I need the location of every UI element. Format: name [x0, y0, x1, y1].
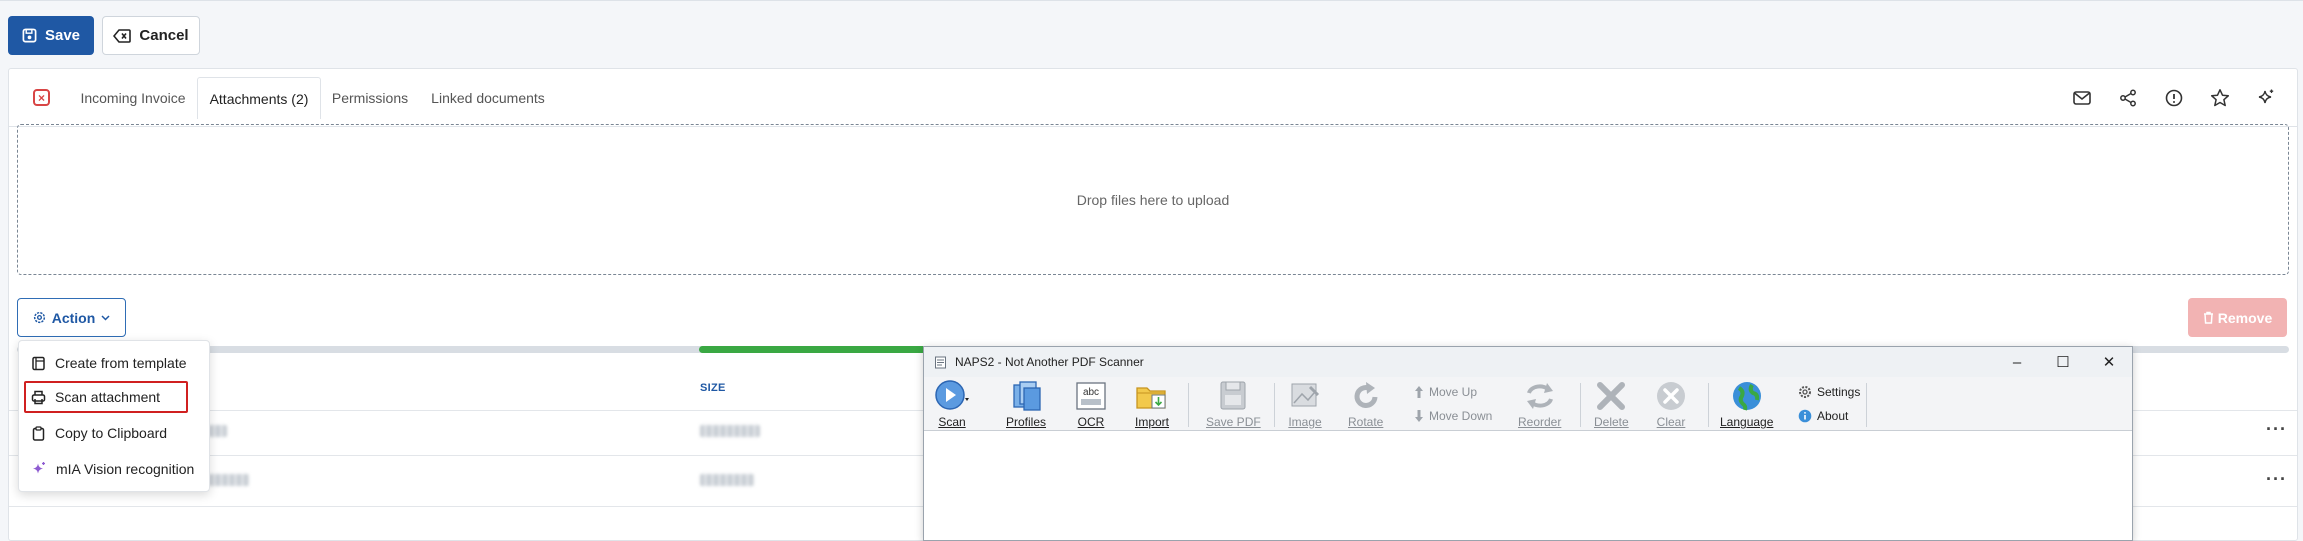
save-icon: [22, 28, 37, 43]
toolbar-separator: [1580, 383, 1581, 427]
sparkle-icon: [33, 462, 45, 474]
save-pdf-button[interactable]: Save PDF: [1206, 379, 1261, 429]
settings-button[interactable]: Settings: [1798, 385, 1860, 399]
rotate-button[interactable]: Rotate: [1348, 379, 1383, 429]
row-more-icon[interactable]: ···: [2266, 469, 2287, 490]
folder-import-icon: [1136, 387, 1166, 409]
delete-button[interactable]: Delete: [1594, 379, 1629, 429]
tab-permissions[interactable]: Permissions: [327, 77, 413, 119]
info-icon[interactable]: [2163, 87, 2185, 109]
svg-text:abc: abc: [1083, 387, 1099, 398]
cancel-button[interactable]: Cancel: [102, 16, 200, 55]
import-button[interactable]: Import: [1134, 379, 1170, 429]
gear-icon: [33, 311, 45, 324]
blurred-size: [700, 425, 760, 437]
reorder-icon: [1526, 383, 1553, 409]
mail-icon[interactable]: [2071, 87, 2093, 109]
blurred-filename: [209, 425, 227, 437]
printer-icon: [31, 390, 46, 404]
blurred-filename: [209, 474, 249, 486]
naps2-titlebar[interactable]: NAPS2 - Not Another PDF Scanner: [924, 347, 2132, 377]
menu-item-mia-vision[interactable]: mIA Vision recognition: [19, 453, 209, 485]
close-record-icon[interactable]: ×: [33, 89, 50, 106]
naps2-title: NAPS2 - Not Another PDF Scanner: [955, 355, 1144, 369]
tab-incoming-invoice[interactable]: Incoming Invoice: [67, 77, 199, 119]
clear-button[interactable]: Clear: [1654, 379, 1688, 429]
menu-item-scan-attachment[interactable]: Scan attachment: [24, 381, 188, 413]
trash-icon: [2203, 311, 2213, 324]
clear-icon: [1657, 382, 1685, 410]
toolbar-separator: [1866, 383, 1867, 427]
about-button[interactable]: About: [1798, 409, 1848, 423]
info-icon: [1798, 409, 1812, 423]
naps2-toolbar: Scan Profiles abc OCR Import Save PDF Im…: [924, 377, 2132, 431]
maximize-button[interactable]: ☐: [2040, 347, 2086, 377]
move-down-button[interactable]: Move Down: [1414, 409, 1492, 423]
ocr-button[interactable]: abc OCR: [1074, 379, 1108, 429]
clipboard-icon: [32, 425, 45, 441]
save-pdf-icon: [1220, 381, 1246, 410]
profiles-icon: [1013, 381, 1041, 411]
reorder-button[interactable]: Reorder: [1518, 379, 1561, 429]
rotate-icon: [1354, 382, 1378, 408]
menu-item-create-from-template[interactable]: Create from template: [19, 347, 209, 379]
chevron-down-icon: [101, 314, 110, 321]
ocr-icon: abc: [1076, 382, 1106, 410]
minimize-button[interactable]: –: [1994, 347, 2040, 377]
star-icon[interactable]: [2209, 87, 2231, 109]
remove-button[interactable]: Remove: [2188, 298, 2287, 337]
remove-label: Remove: [2217, 309, 2273, 326]
toolbar-separator: [1188, 383, 1189, 427]
scan-button[interactable]: Scan: [934, 379, 970, 429]
save-label: Save: [44, 27, 81, 44]
backspace-icon: [113, 28, 132, 43]
sparkle-icon[interactable]: [2255, 87, 2277, 109]
dropzone-text: Drop files here to upload: [1076, 191, 1230, 208]
blurred-size: [700, 474, 754, 486]
tab-attachments[interactable]: Attachments (2): [197, 77, 321, 119]
language-button[interactable]: Language: [1720, 379, 1773, 429]
toolbar-separator: [1708, 383, 1709, 427]
share-icon[interactable]: [2117, 87, 2139, 109]
move-up-button[interactable]: Move Up: [1414, 385, 1477, 399]
profiles-button[interactable]: Profiles: [1006, 379, 1046, 429]
globe-icon: [1732, 382, 1761, 411]
size-column-header[interactable]: SIZE: [700, 382, 726, 394]
toolbar-separator: [1274, 383, 1275, 427]
naps2-window: NAPS2 - Not Another PDF Scanner – ☐ ✕ Sc…: [923, 346, 2133, 541]
gear-icon: [1799, 386, 1811, 398]
tab-linked-documents[interactable]: Linked documents: [425, 77, 551, 119]
save-button[interactable]: Save: [8, 16, 94, 55]
delete-x-icon: [1597, 382, 1626, 410]
image-edit-icon: [1291, 383, 1320, 407]
arrow-up-icon: [1415, 386, 1423, 398]
action-button[interactable]: Action: [17, 298, 126, 337]
menu-item-copy-to-clipboard[interactable]: Copy to Clipboard: [19, 417, 209, 449]
tab-bar: × Incoming Invoice Attachments (2) Permi…: [9, 77, 2297, 127]
arrow-down-icon: [1415, 410, 1423, 422]
action-label: Action: [51, 309, 96, 326]
naps2-app-icon: [935, 356, 946, 368]
scan-play-icon: [935, 380, 969, 410]
image-button[interactable]: Image: [1288, 379, 1322, 429]
action-dropdown-menu: Create from template Scan attachment Cop…: [18, 340, 210, 492]
template-icon: [32, 356, 45, 370]
top-toolbar: Save Cancel: [0, 0, 2303, 66]
close-window-button[interactable]: ✕: [2086, 347, 2132, 377]
row-more-icon[interactable]: ···: [2266, 419, 2287, 440]
cancel-label: Cancel: [139, 27, 189, 44]
file-dropzone[interactable]: Drop files here to upload: [17, 124, 2289, 275]
